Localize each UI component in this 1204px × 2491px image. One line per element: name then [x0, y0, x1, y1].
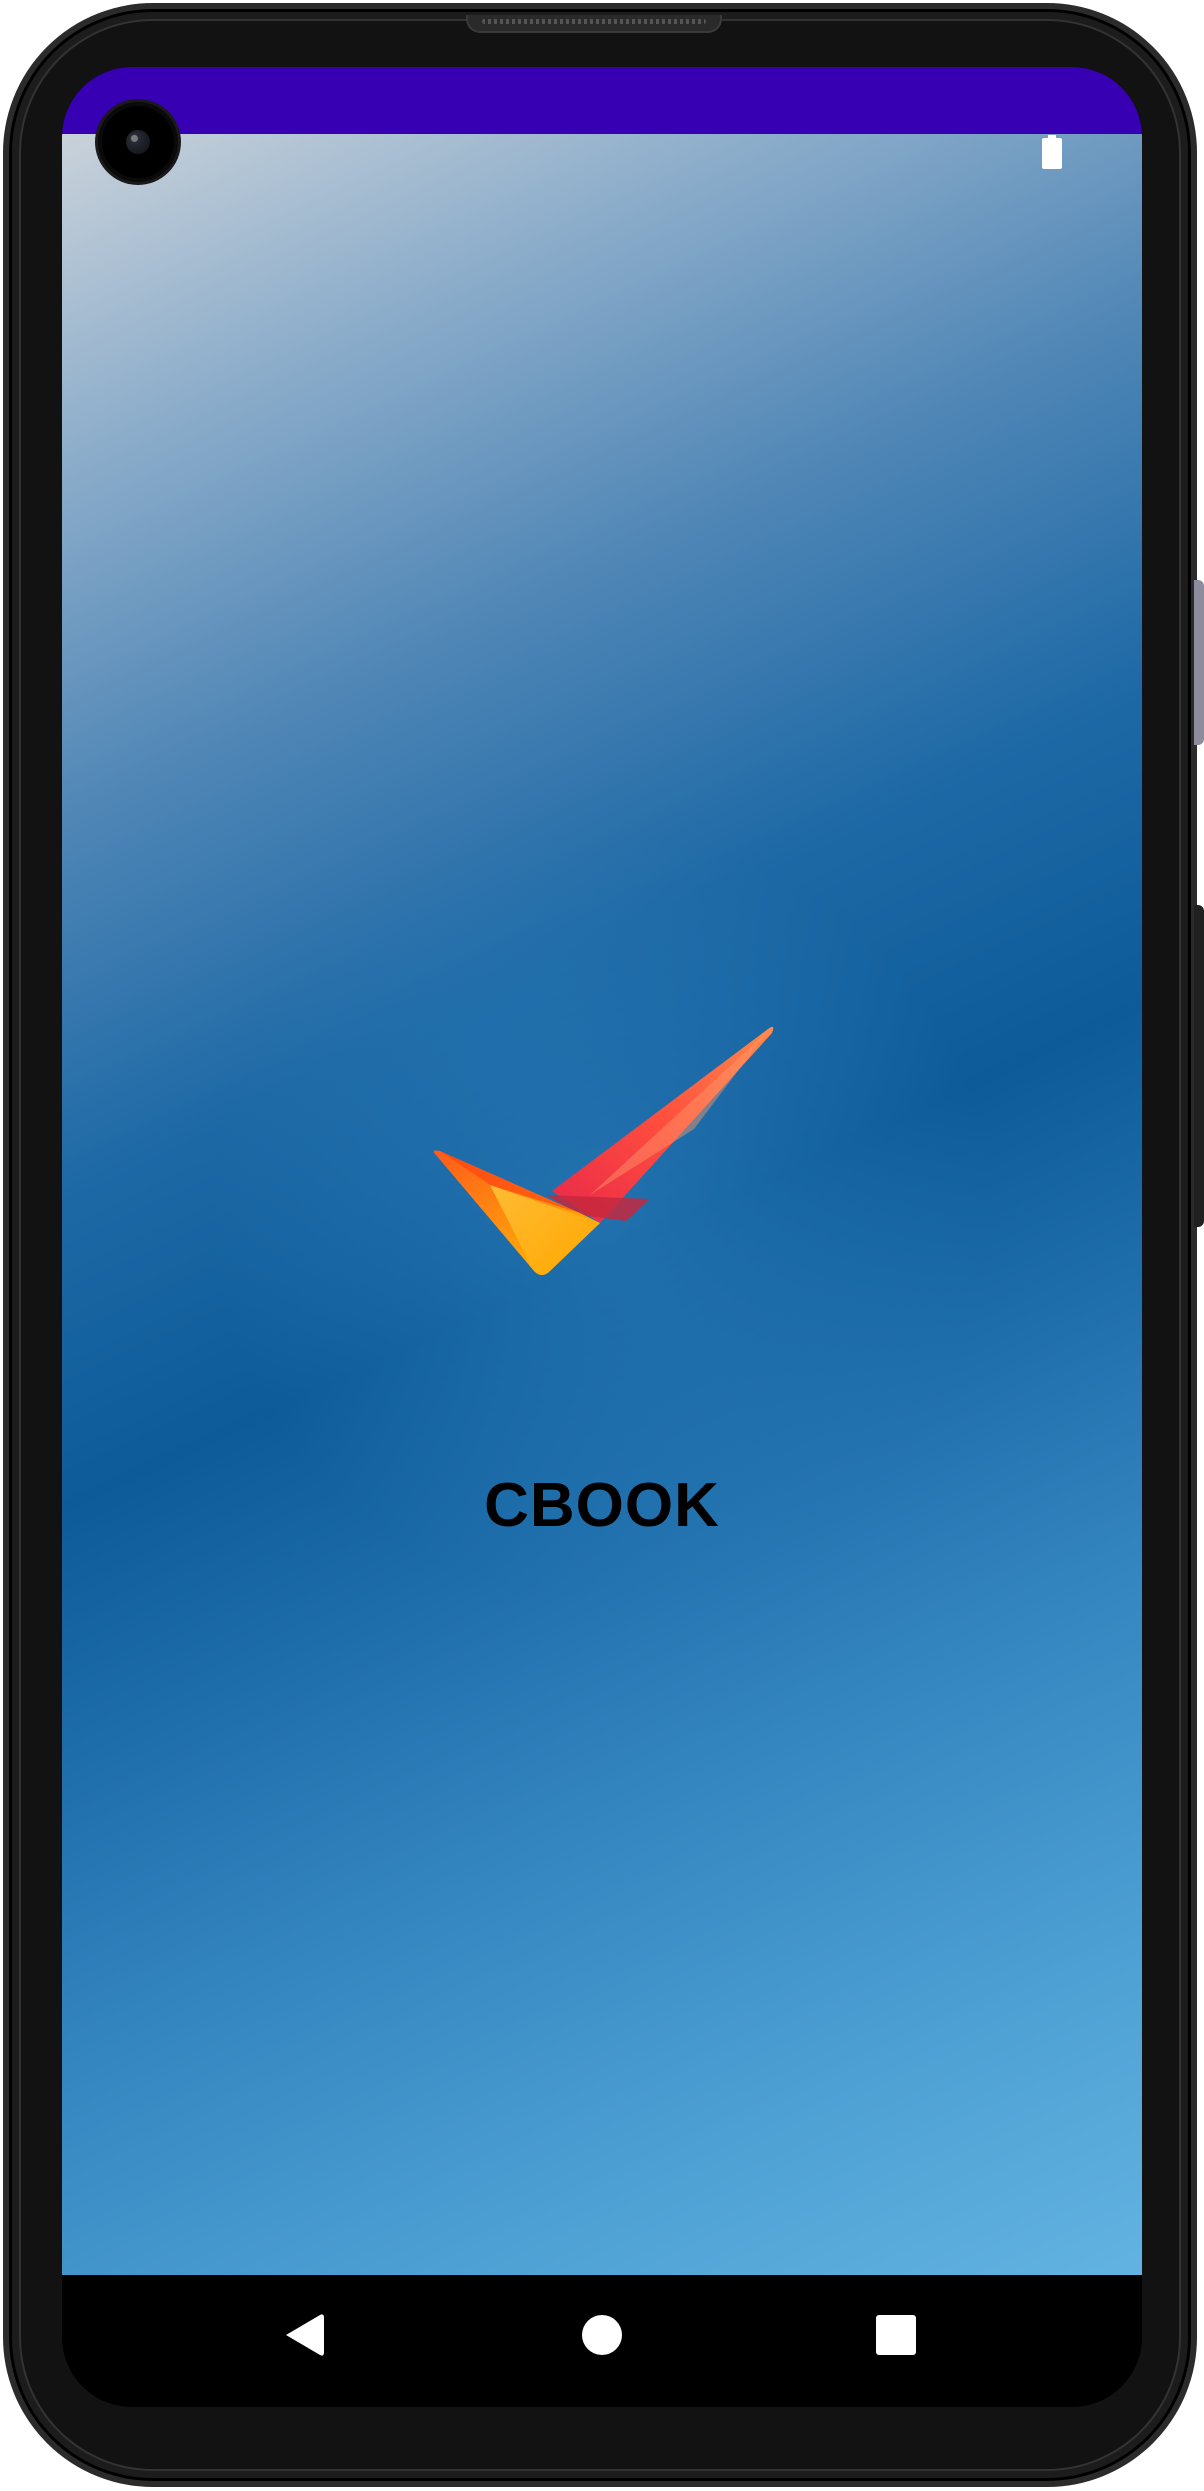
front-camera — [98, 102, 178, 182]
power-button — [1194, 905, 1204, 1227]
status-bar — [62, 67, 1142, 134]
home-circle-icon[interactable] — [572, 2305, 632, 2365]
device-screen: 3 CBO — [62, 67, 1142, 2407]
navigation-bar — [62, 2275, 1142, 2407]
battery-icon — [1042, 135, 1062, 169]
checkmark-logo-icon — [433, 1026, 774, 1275]
volume-button — [1194, 580, 1204, 745]
recents-square-icon[interactable] — [866, 2305, 926, 2365]
back-triangle-icon[interactable] — [274, 2305, 334, 2365]
speaker-grille — [466, 15, 722, 33]
app-title: CBOOK — [484, 1471, 720, 1540]
